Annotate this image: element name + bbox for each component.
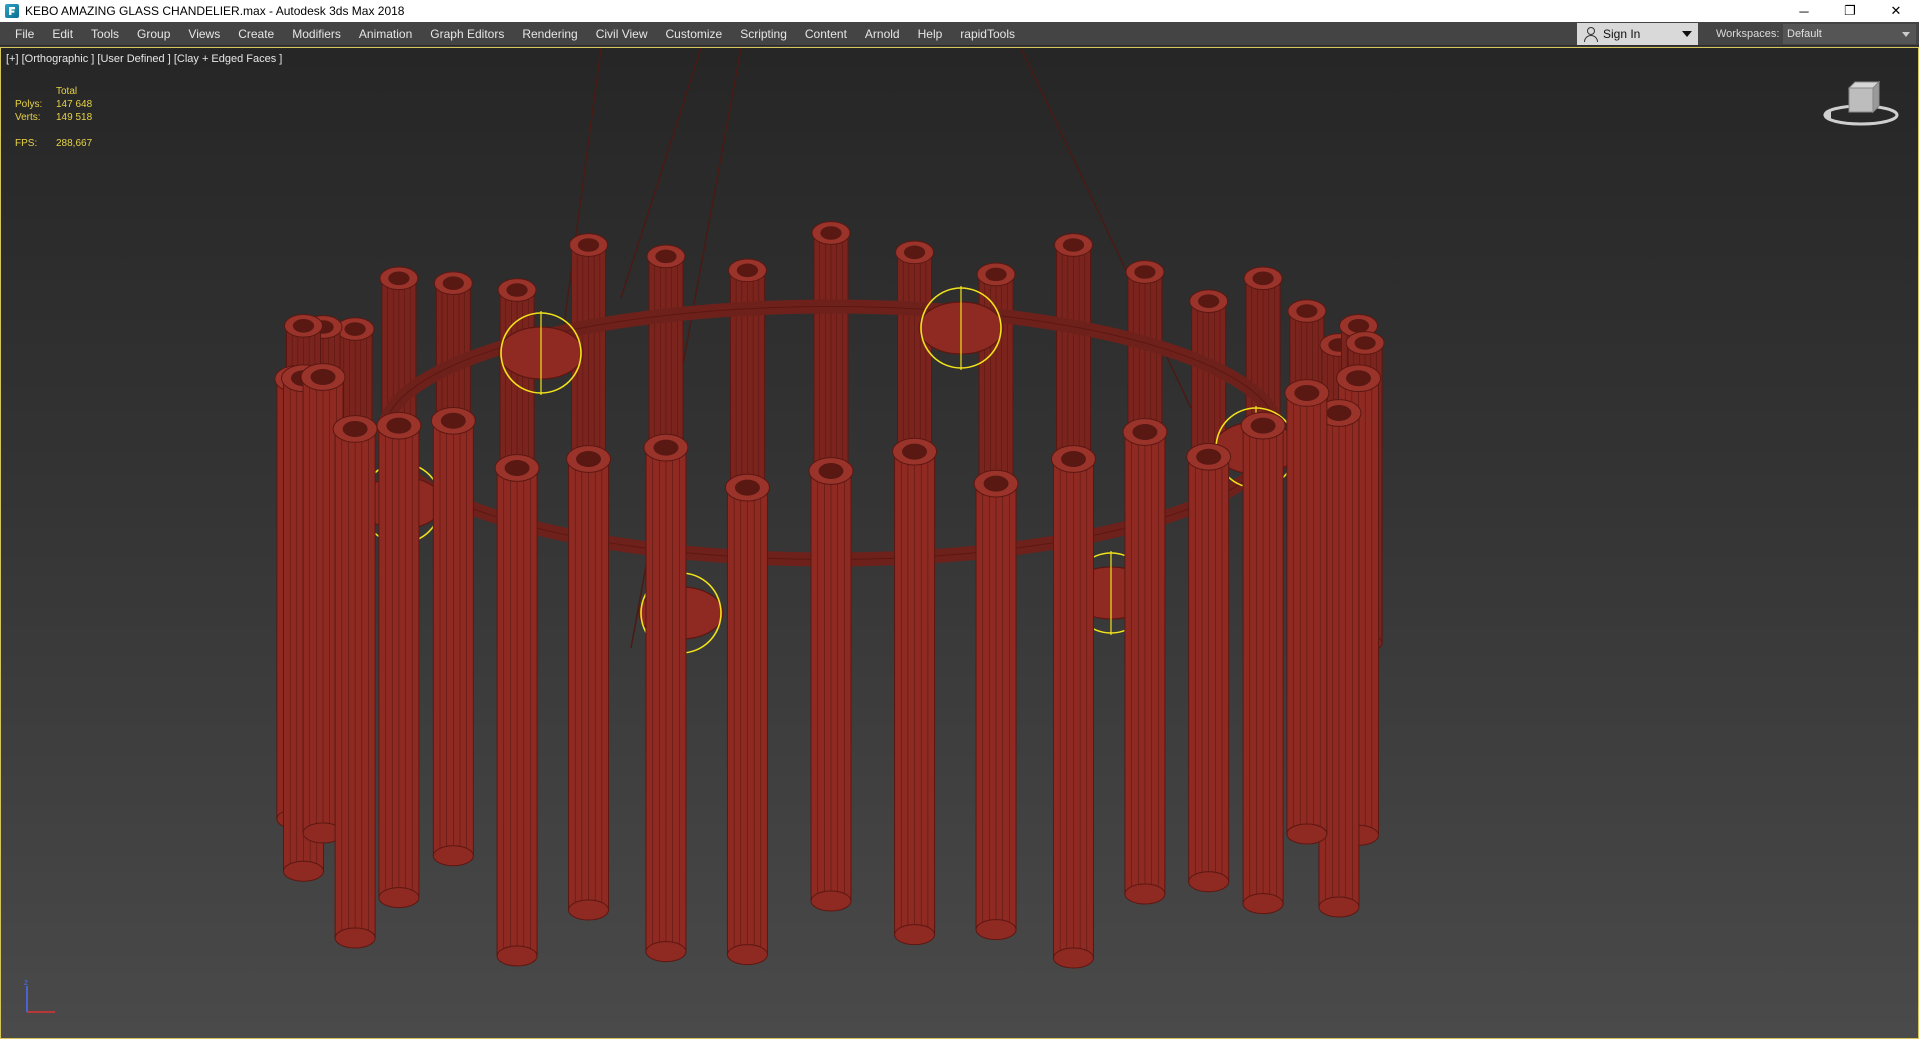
viewport-label-menu[interactable]: [+] [Orthographic ] [User Defined ] [Cla… (6, 53, 282, 65)
menu-bar: File Edit Tools Group Views Create Modifiers An… (0, 22, 1919, 46)
menu-item-tools[interactable]: Tools (82, 22, 128, 46)
glass-tube (643, 433, 689, 963)
menu-item-content[interactable]: Content (796, 22, 856, 46)
restore-button[interactable]: ❐ (1827, 0, 1873, 22)
menu-item-animation[interactable]: Animation (350, 22, 421, 46)
verts-label: Verts: (15, 112, 41, 123)
workspaces-label: Workspaces: (1716, 28, 1780, 40)
workspaces-select[interactable]: Default (1783, 24, 1916, 44)
glass-tube (1122, 418, 1168, 905)
chandelier-model[interactable] (1, 48, 1919, 1039)
glass-tube (808, 457, 854, 912)
fps-label: FPS: (15, 138, 38, 149)
menu-item-graph-editors[interactable]: Graph Editors (421, 22, 513, 46)
axis-tripod-icon: z (24, 978, 55, 1013)
menu-item-civil-view[interactable]: Civil View (587, 22, 657, 46)
menu-item-arnold[interactable]: Arnold (856, 22, 909, 46)
menu-item-help[interactable]: Help (909, 22, 952, 46)
menu-item-customize[interactable]: Customize (657, 22, 732, 46)
title-bar: KEBO AMAZING GLASS CHANDELIER.max - Auto… (0, 0, 1919, 22)
polys-label: Polys: (15, 99, 43, 110)
minimize-button[interactable]: ─ (1781, 0, 1827, 22)
menu-item-rapidtools[interactable]: rapidTools (951, 22, 1024, 46)
stats-header: Total (56, 86, 78, 97)
3dsmax-app-icon[interactable] (5, 4, 19, 18)
menu-item-group[interactable]: Group (128, 22, 179, 46)
window-title: KEBO AMAZING GLASS CHANDELIER.max - Auto… (25, 4, 405, 18)
main-menu: File Edit Tools Group Views Create Modifiers An… (0, 22, 1024, 46)
workspace-value: Default (1787, 28, 1822, 40)
user-icon (1583, 27, 1598, 42)
perspective-viewport[interactable]: [+] [Orthographic ] [User Defined ] [Cla… (0, 47, 1919, 1039)
glass-tube (1240, 411, 1286, 915)
glass-tube (376, 411, 422, 909)
chevron-down-icon (1682, 31, 1692, 37)
axis-z-label: z (24, 978, 28, 987)
menu-item-scripting[interactable]: Scripting (731, 22, 796, 46)
menu-item-file[interactable]: File (6, 22, 43, 46)
glass-tube (566, 445, 612, 921)
menu-item-edit[interactable]: Edit (43, 22, 82, 46)
glass-tube (494, 454, 540, 967)
menu-item-views[interactable]: Views (179, 22, 229, 46)
chevron-down-icon (1902, 32, 1910, 37)
glass-tube (430, 406, 476, 867)
menu-item-modifiers[interactable]: Modifiers (283, 22, 350, 46)
sign-in-label: Sign In (1603, 27, 1641, 41)
statistics-overlay: Total Polys: 147 648 Verts: 149 518 FPS: 28… (15, 85, 92, 150)
sign-in-dropdown[interactable]: Sign In (1577, 23, 1698, 45)
viewcube-icon[interactable] (1821, 78, 1901, 128)
glass-tube (724, 473, 770, 966)
glass-tube (973, 469, 1019, 941)
polys-value: 147 648 (56, 99, 93, 110)
menu-item-create[interactable]: Create (229, 22, 283, 46)
menu-item-rendering[interactable]: Rendering (513, 22, 586, 46)
glass-tube (892, 437, 938, 946)
glass-tube (332, 415, 378, 949)
close-button[interactable]: ✕ (1873, 0, 1919, 22)
window-controls: ─ ❐ ✕ (1781, 0, 1919, 22)
glass-tube (1186, 442, 1232, 893)
verts-value: 149 518 (56, 112, 93, 123)
glass-tube (1050, 445, 1096, 969)
fps-value: 288,667 (56, 138, 93, 149)
glass-tube (1284, 379, 1330, 845)
